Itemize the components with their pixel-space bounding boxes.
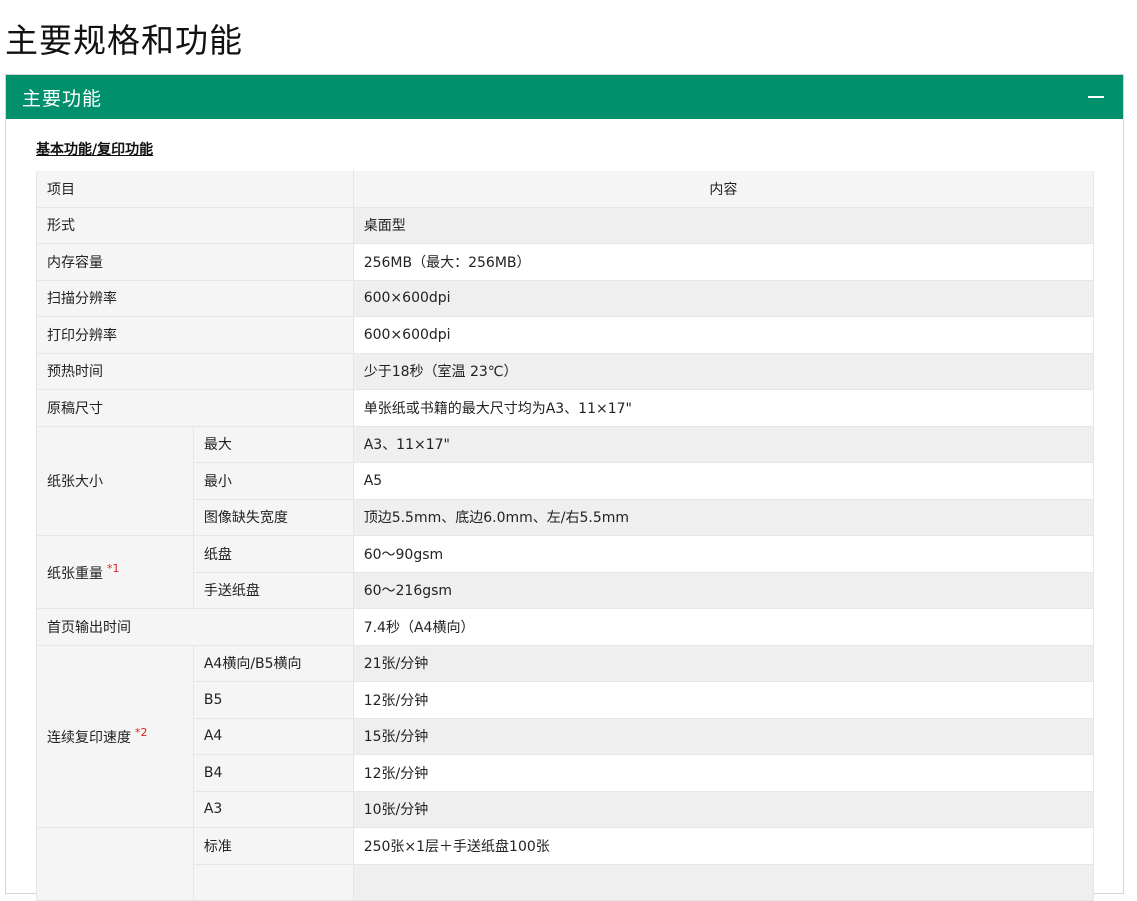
spec-table: 项目 内容 形式 桌面型 内存容量 256MB（最大：256MB） 扫描分辨率 … — [36, 170, 1094, 901]
page-title: 主要规格和功能 — [5, 21, 243, 60]
footnote-marker: *1 — [107, 561, 120, 575]
row-label-text: 纸张重量 — [47, 565, 103, 582]
row-label: 原稿尺寸 — [36, 389, 354, 427]
table-row: B5 12张/分钟 — [37, 681, 1094, 719]
row-value: 7.4秒（A4横向） — [352, 608, 1094, 646]
header-content: 内容 — [352, 170, 1094, 208]
table-row: 内存容量 256MB（最大：256MB） — [36, 243, 1094, 281]
row-value: 桌面型 — [352, 206, 1094, 244]
row-value: 250张×1层＋手送纸盘100张 — [352, 827, 1094, 865]
row-value: 600×600dpi — [352, 279, 1094, 317]
row-value: A5 — [352, 462, 1094, 500]
row-label: 连续复印速度 *2 — [36, 644, 194, 828]
table-row: 打印分辨率 600×600dpi — [36, 316, 1094, 354]
row-value: 顶边5.5mm、底边6.0mm、左/右5.5mm — [352, 498, 1094, 536]
row-label: 纸张大小 — [36, 425, 194, 536]
row-sublabel: 最大 — [193, 425, 354, 463]
table-row: A3 10张/分钟 — [37, 790, 1094, 828]
row-value: 60～90gsm — [352, 535, 1094, 573]
table-row: 最小 A5 — [37, 462, 1094, 500]
table-row: 纸张大小 最大 A3、11×17" — [36, 425, 1094, 536]
table-header-row: 项目 内容 — [36, 170, 1094, 208]
row-sublabel: 图像缺失宽度 — [193, 498, 354, 536]
row-value: 15张/分钟 — [352, 717, 1094, 755]
row-label: 打印分辨率 — [36, 316, 354, 354]
table-row — [37, 863, 1094, 901]
row-label: 形式 — [36, 206, 354, 244]
row-value: 256MB（最大：256MB） — [352, 243, 1094, 281]
table-row: A4 15张/分钟 — [37, 717, 1094, 755]
row-value: 600×600dpi — [352, 316, 1094, 354]
row-sublabel: A4横向/B5横向 — [193, 644, 354, 682]
table-row: 扫描分辨率 600×600dpi — [36, 279, 1094, 317]
panel-header[interactable]: 主要功能 — [6, 75, 1123, 119]
row-sublabel: 纸盘 — [193, 535, 354, 573]
table-row: B4 12张/分钟 — [37, 754, 1094, 792]
row-value: 60～216gsm — [352, 571, 1094, 609]
row-sublabel: A4 — [193, 717, 354, 755]
row-value: 21张/分钟 — [352, 644, 1094, 682]
table-row: 原稿尺寸 单张纸或书籍的最大尺寸均为A3、11×17" — [36, 389, 1094, 427]
row-value — [352, 863, 1094, 901]
table-row: 首页输出时间 7.4秒（A4横向） — [36, 608, 1094, 646]
row-sublabel — [193, 863, 354, 901]
row-label: 纸张重量 *1 — [36, 535, 194, 609]
row-label: 扫描分辨率 — [36, 279, 354, 317]
row-value: 单张纸或书籍的最大尺寸均为A3、11×17" — [352, 389, 1094, 427]
row-sublabel: B4 — [193, 754, 354, 792]
table-row: 预热时间 少于18秒（室温 23℃） — [36, 352, 1094, 390]
minus-icon[interactable] — [1085, 86, 1107, 108]
footnote-marker: *2 — [135, 725, 148, 739]
table-row: 形式 桌面型 — [36, 206, 1094, 244]
table-row: 手送纸盘 60～216gsm — [37, 571, 1094, 609]
row-label: 预热时间 — [36, 352, 354, 390]
table-row: 连续复印速度 *2 A4横向/B5横向 21张/分钟 — [36, 644, 1094, 828]
row-label — [36, 827, 194, 901]
features-panel: 主要功能 基本功能/复印功能 项目 内容 形式 桌面型 内存容量 256MB（最… — [5, 74, 1124, 901]
row-label: 首页输出时间 — [36, 608, 354, 646]
header-item: 项目 — [36, 170, 354, 208]
row-label: 内存容量 — [36, 243, 354, 281]
row-label-text: 连续复印速度 — [47, 729, 131, 746]
row-value: A3、11×17" — [352, 425, 1094, 463]
row-sublabel: A3 — [193, 790, 354, 828]
table-row: 图像缺失宽度 顶边5.5mm、底边6.0mm、左/右5.5mm — [37, 498, 1094, 536]
row-value: 12张/分钟 — [352, 754, 1094, 792]
row-sublabel: B5 — [193, 681, 354, 719]
table-row: 标准 250张×1层＋手送纸盘100张 — [36, 827, 1094, 901]
row-sublabel: 手送纸盘 — [193, 571, 354, 609]
row-value: 12张/分钟 — [352, 681, 1094, 719]
section-heading: 基本功能/复印功能 — [36, 142, 154, 158]
panel-title: 主要功能 — [22, 87, 103, 110]
table-row: 纸张重量 *1 纸盘 60～90gsm — [36, 535, 1094, 609]
row-sublabel: 标准 — [193, 827, 354, 865]
row-sublabel: 最小 — [193, 462, 354, 500]
row-value: 少于18秒（室温 23℃） — [352, 352, 1094, 390]
row-value: 10张/分钟 — [352, 790, 1094, 828]
